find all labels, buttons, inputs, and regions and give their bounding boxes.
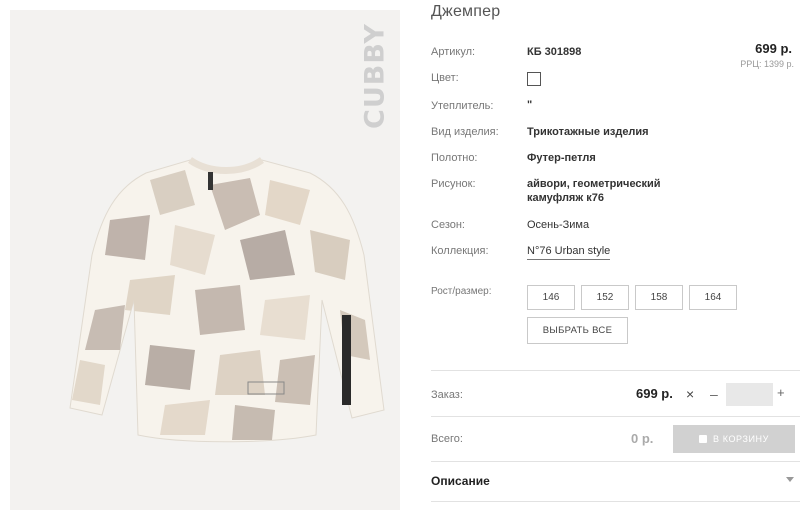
size-label: Рост/размер: (431, 286, 492, 297)
total-value: 0 р. (631, 431, 654, 446)
size-option-158[interactable]: 158 (635, 285, 683, 310)
collection-link[interactable]: N°76 Urban style (527, 245, 611, 260)
shopping-bag-icon (699, 435, 707, 443)
size-option-146[interactable]: 146 (527, 285, 575, 310)
brand-logo: CUBBY (359, 22, 391, 129)
product-title: Джемпер (431, 3, 501, 20)
add-to-cart-label: В КОРЗИНУ (713, 434, 769, 444)
season-label: Сезон: (431, 219, 465, 231)
times-sign: × (686, 386, 695, 402)
sweater-illustration (69, 157, 385, 443)
increase-quantity-button[interactable]: + (777, 385, 785, 400)
total-label: Всего: (431, 433, 463, 445)
choose-all-sizes-button[interactable]: ВЫБРАТЬ ВСЕ (527, 317, 628, 344)
chevron-down-icon[interactable] (786, 477, 794, 482)
description-toggle[interactable]: Описание (431, 474, 490, 488)
order-price: 699 р. (636, 386, 673, 401)
divider (431, 416, 800, 417)
decrease-quantity-button[interactable]: – (710, 386, 718, 402)
pattern-value-line-2: камуфляж к76 (527, 192, 604, 204)
type-label: Вид изделия: (431, 126, 499, 138)
quantity-input[interactable] (726, 383, 773, 406)
product-image[interactable]: CUBBY (10, 10, 400, 510)
recommended-price: РРЦ: 1399 р. (740, 59, 794, 69)
season-value: Осень-Зима (527, 219, 590, 231)
article-value: КБ 301898 (527, 46, 582, 58)
product-price: 699 р. (755, 41, 792, 56)
article-label: Артикул: (431, 46, 476, 58)
insulation-label: Утеплитель: (431, 100, 494, 112)
fabric-value: Футер-петля (527, 152, 596, 164)
fabric-label: Полотно: (431, 152, 478, 164)
collection-label: Коллекция: (431, 245, 489, 257)
collection-link-wrap: N°76 Urban style (527, 244, 611, 260)
color-swatch[interactable] (527, 72, 541, 86)
divider (431, 501, 800, 502)
size-option-164[interactable]: 164 (689, 285, 737, 310)
color-label: Цвет: (431, 72, 459, 84)
type-value: Трикотажные изделия (527, 126, 649, 138)
divider (431, 461, 800, 462)
divider (431, 370, 800, 371)
size-option-152[interactable]: 152 (581, 285, 629, 310)
insulation-value: " (527, 99, 533, 111)
pattern-value-line-1: айвори, геометрический (527, 178, 661, 190)
order-label: Заказ: (431, 389, 463, 401)
add-to-cart-button[interactable]: В КОРЗИНУ (673, 425, 795, 453)
pattern-label: Рисунок: (431, 178, 476, 190)
